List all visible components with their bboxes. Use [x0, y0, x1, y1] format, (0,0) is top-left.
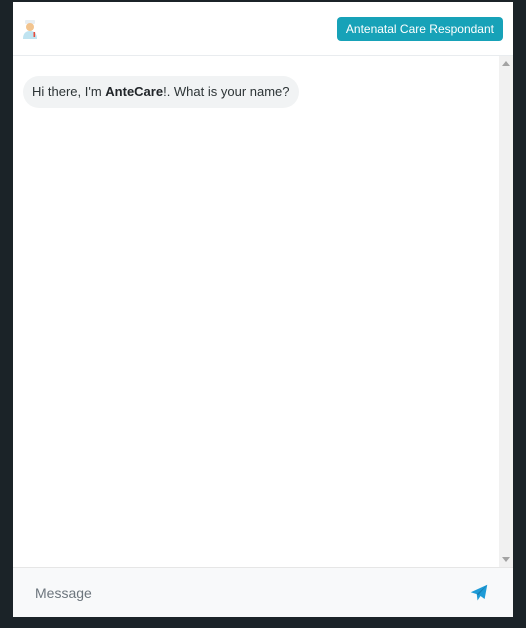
bot-message-bubble: Hi there, I'm AnteCare!. What is your na… — [23, 76, 299, 108]
message-text-prefix: Hi there, I'm — [32, 84, 106, 99]
chat-window: Antenatal Care Respondant Hi there, I'm … — [13, 2, 513, 617]
message-composer — [13, 567, 513, 617]
send-button[interactable] — [467, 581, 491, 605]
scrollbar[interactable] — [499, 56, 513, 567]
message-input[interactable] — [35, 584, 459, 601]
send-icon — [470, 584, 488, 600]
scroll-up-icon[interactable] — [502, 61, 510, 66]
doctor-avatar-icon — [20, 18, 40, 40]
chat-header: Antenatal Care Respondant — [13, 2, 513, 56]
message-list: Hi there, I'm AnteCare!. What is your na… — [13, 56, 499, 567]
chat-area: Hi there, I'm AnteCare!. What is your na… — [13, 56, 513, 567]
bot-name: AnteCare — [105, 84, 164, 99]
scroll-down-icon[interactable] — [502, 557, 510, 562]
role-button[interactable]: Antenatal Care Respondant — [336, 16, 503, 41]
message-text-suffix: !. What is your name? — [163, 84, 290, 99]
